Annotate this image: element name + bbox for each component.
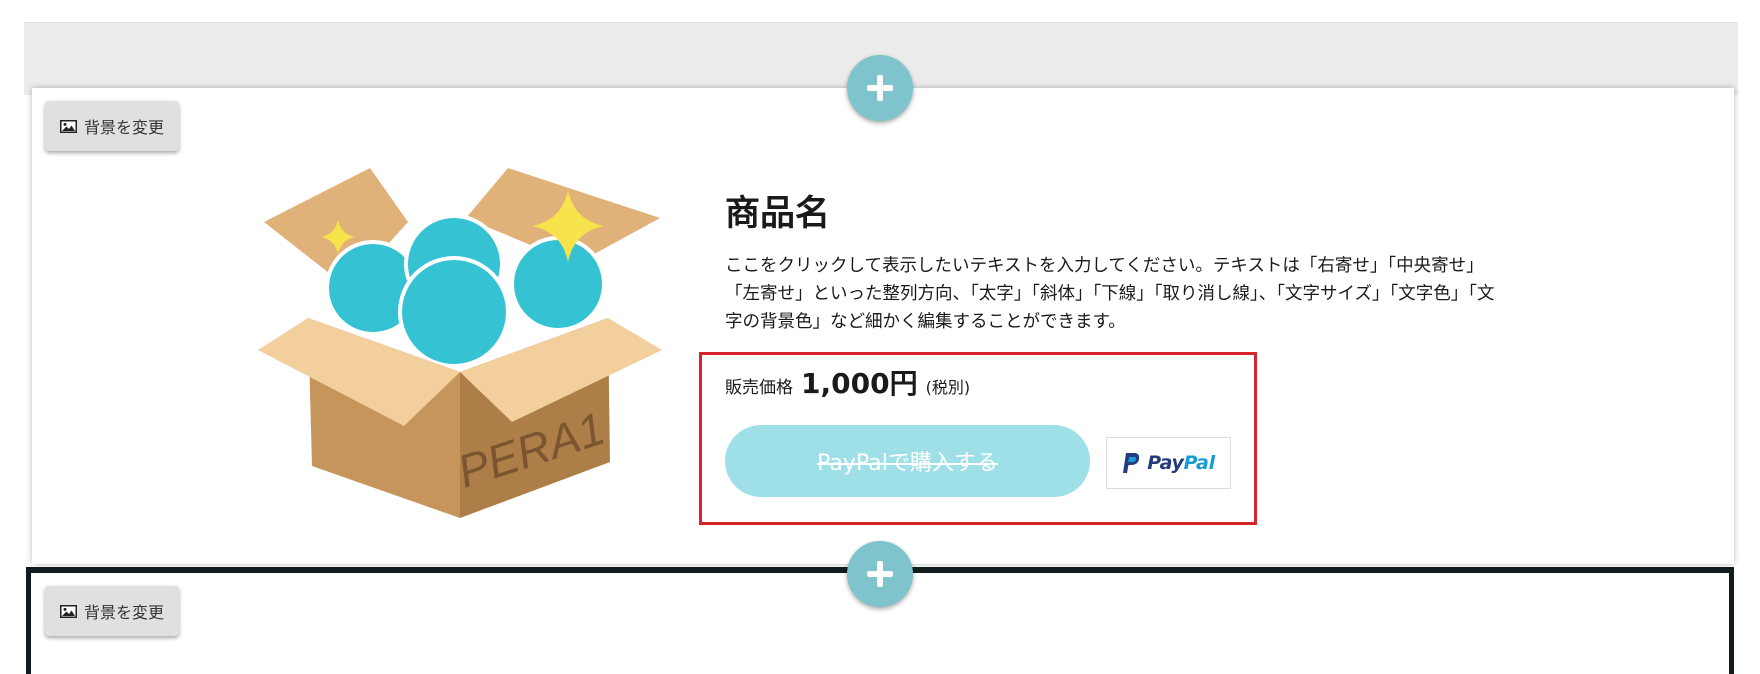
add-block-button-bottom[interactable] [847,541,913,607]
product-name[interactable]: 商品名 [725,190,830,238]
ball [514,240,602,328]
price-value: 1,000円 [801,367,918,400]
price-label: 販売価格 [725,378,793,398]
paypal-wordmark: PayPal [1147,452,1215,474]
price-line[interactable]: 販売価格 1,000円 (税別) [725,362,970,402]
change-background-label: 背景を変更 [83,118,164,137]
plus-icon [867,561,893,587]
price-tax-note: (税別) [925,378,971,397]
image-icon [59,119,77,133]
paypal-buy-button[interactable]: PayPalで購入する [725,425,1090,497]
change-background-button[interactable]: 背景を変更 [45,101,179,151]
plus-icon [867,75,893,101]
add-block-button-top[interactable] [847,55,913,121]
ball [402,260,506,364]
paypal-p-icon [1123,452,1140,473]
image-icon [59,604,77,618]
change-background-button-next[interactable]: 背景を変更 [45,586,179,636]
product-description[interactable]: ここをクリックして表示したいテキストを入力してください。テキストは「右寄せ」「中… [725,252,1497,336]
product-box-illustration[interactable]: PERA1 [258,160,668,525]
paypal-logo[interactable]: PayPal [1106,437,1231,489]
change-background-label: 背景を変更 [83,603,164,622]
paypal-wordmark-pal: Pal [1183,452,1215,474]
paypal-wordmark-pay: Pay [1147,452,1184,474]
page-editor-canvas: 背景を変更 背景を変更 PERA1 商品名 ここをクリックして表示したいテキスト… [0,0,1760,674]
